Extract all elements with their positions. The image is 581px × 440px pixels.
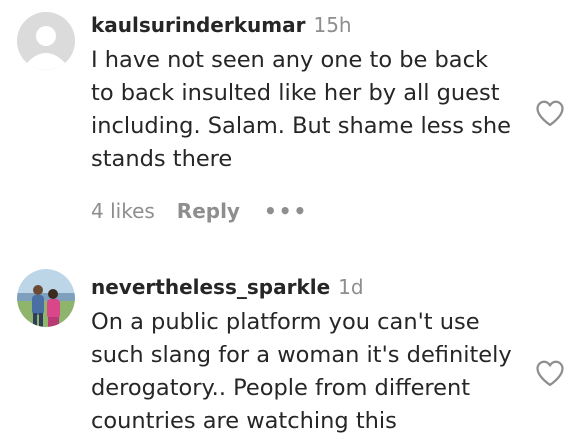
comment-username[interactable]: kaulsurinderkumar: [91, 13, 305, 37]
reply-button[interactable]: Reply: [177, 199, 240, 223]
comment-text-line: to back insulted like her by all guest: [91, 80, 500, 106]
comment-text: I have not seen any one to be back to ba…: [91, 44, 531, 176]
comment-text-line: On a public platform you can't use: [91, 309, 480, 335]
likes-count[interactable]: 4 likes: [91, 199, 155, 223]
comment-text: On a public platform you can't use such …: [91, 306, 531, 438]
comment-text-line: countries are watching this: [91, 408, 397, 434]
comment-text-line: I have not seen any one to be back: [91, 47, 488, 73]
user-photo-avatar-icon[interactable]: [17, 269, 75, 327]
heart-outline-icon[interactable]: [535, 359, 565, 387]
comment-body: nevertheless_sparkle 1d On a public platf…: [91, 274, 531, 438]
comment-text-line: derogatory.. People from different: [91, 375, 471, 401]
comment-actions: 4 likes Reply •••: [91, 199, 308, 223]
comment-timestamp: 15h: [313, 13, 352, 37]
more-options-button[interactable]: •••: [264, 199, 308, 223]
heart-outline-icon[interactable]: [535, 99, 565, 127]
comment-header: kaulsurinderkumar 15h: [91, 12, 531, 40]
default-user-avatar-icon[interactable]: [17, 12, 75, 70]
comment-text-line: including. Salam. But shame less she: [91, 113, 511, 139]
comment-username[interactable]: nevertheless_sparkle: [91, 275, 330, 299]
comment-timestamp: 1d: [338, 275, 364, 299]
comment-header: nevertheless_sparkle 1d: [91, 274, 531, 302]
comment-body: kaulsurinderkumar 15h I have not seen any…: [91, 12, 531, 176]
comment-text-line: such slang for a woman it's definitely: [91, 342, 512, 368]
comment-text-line: stands there: [91, 146, 233, 172]
